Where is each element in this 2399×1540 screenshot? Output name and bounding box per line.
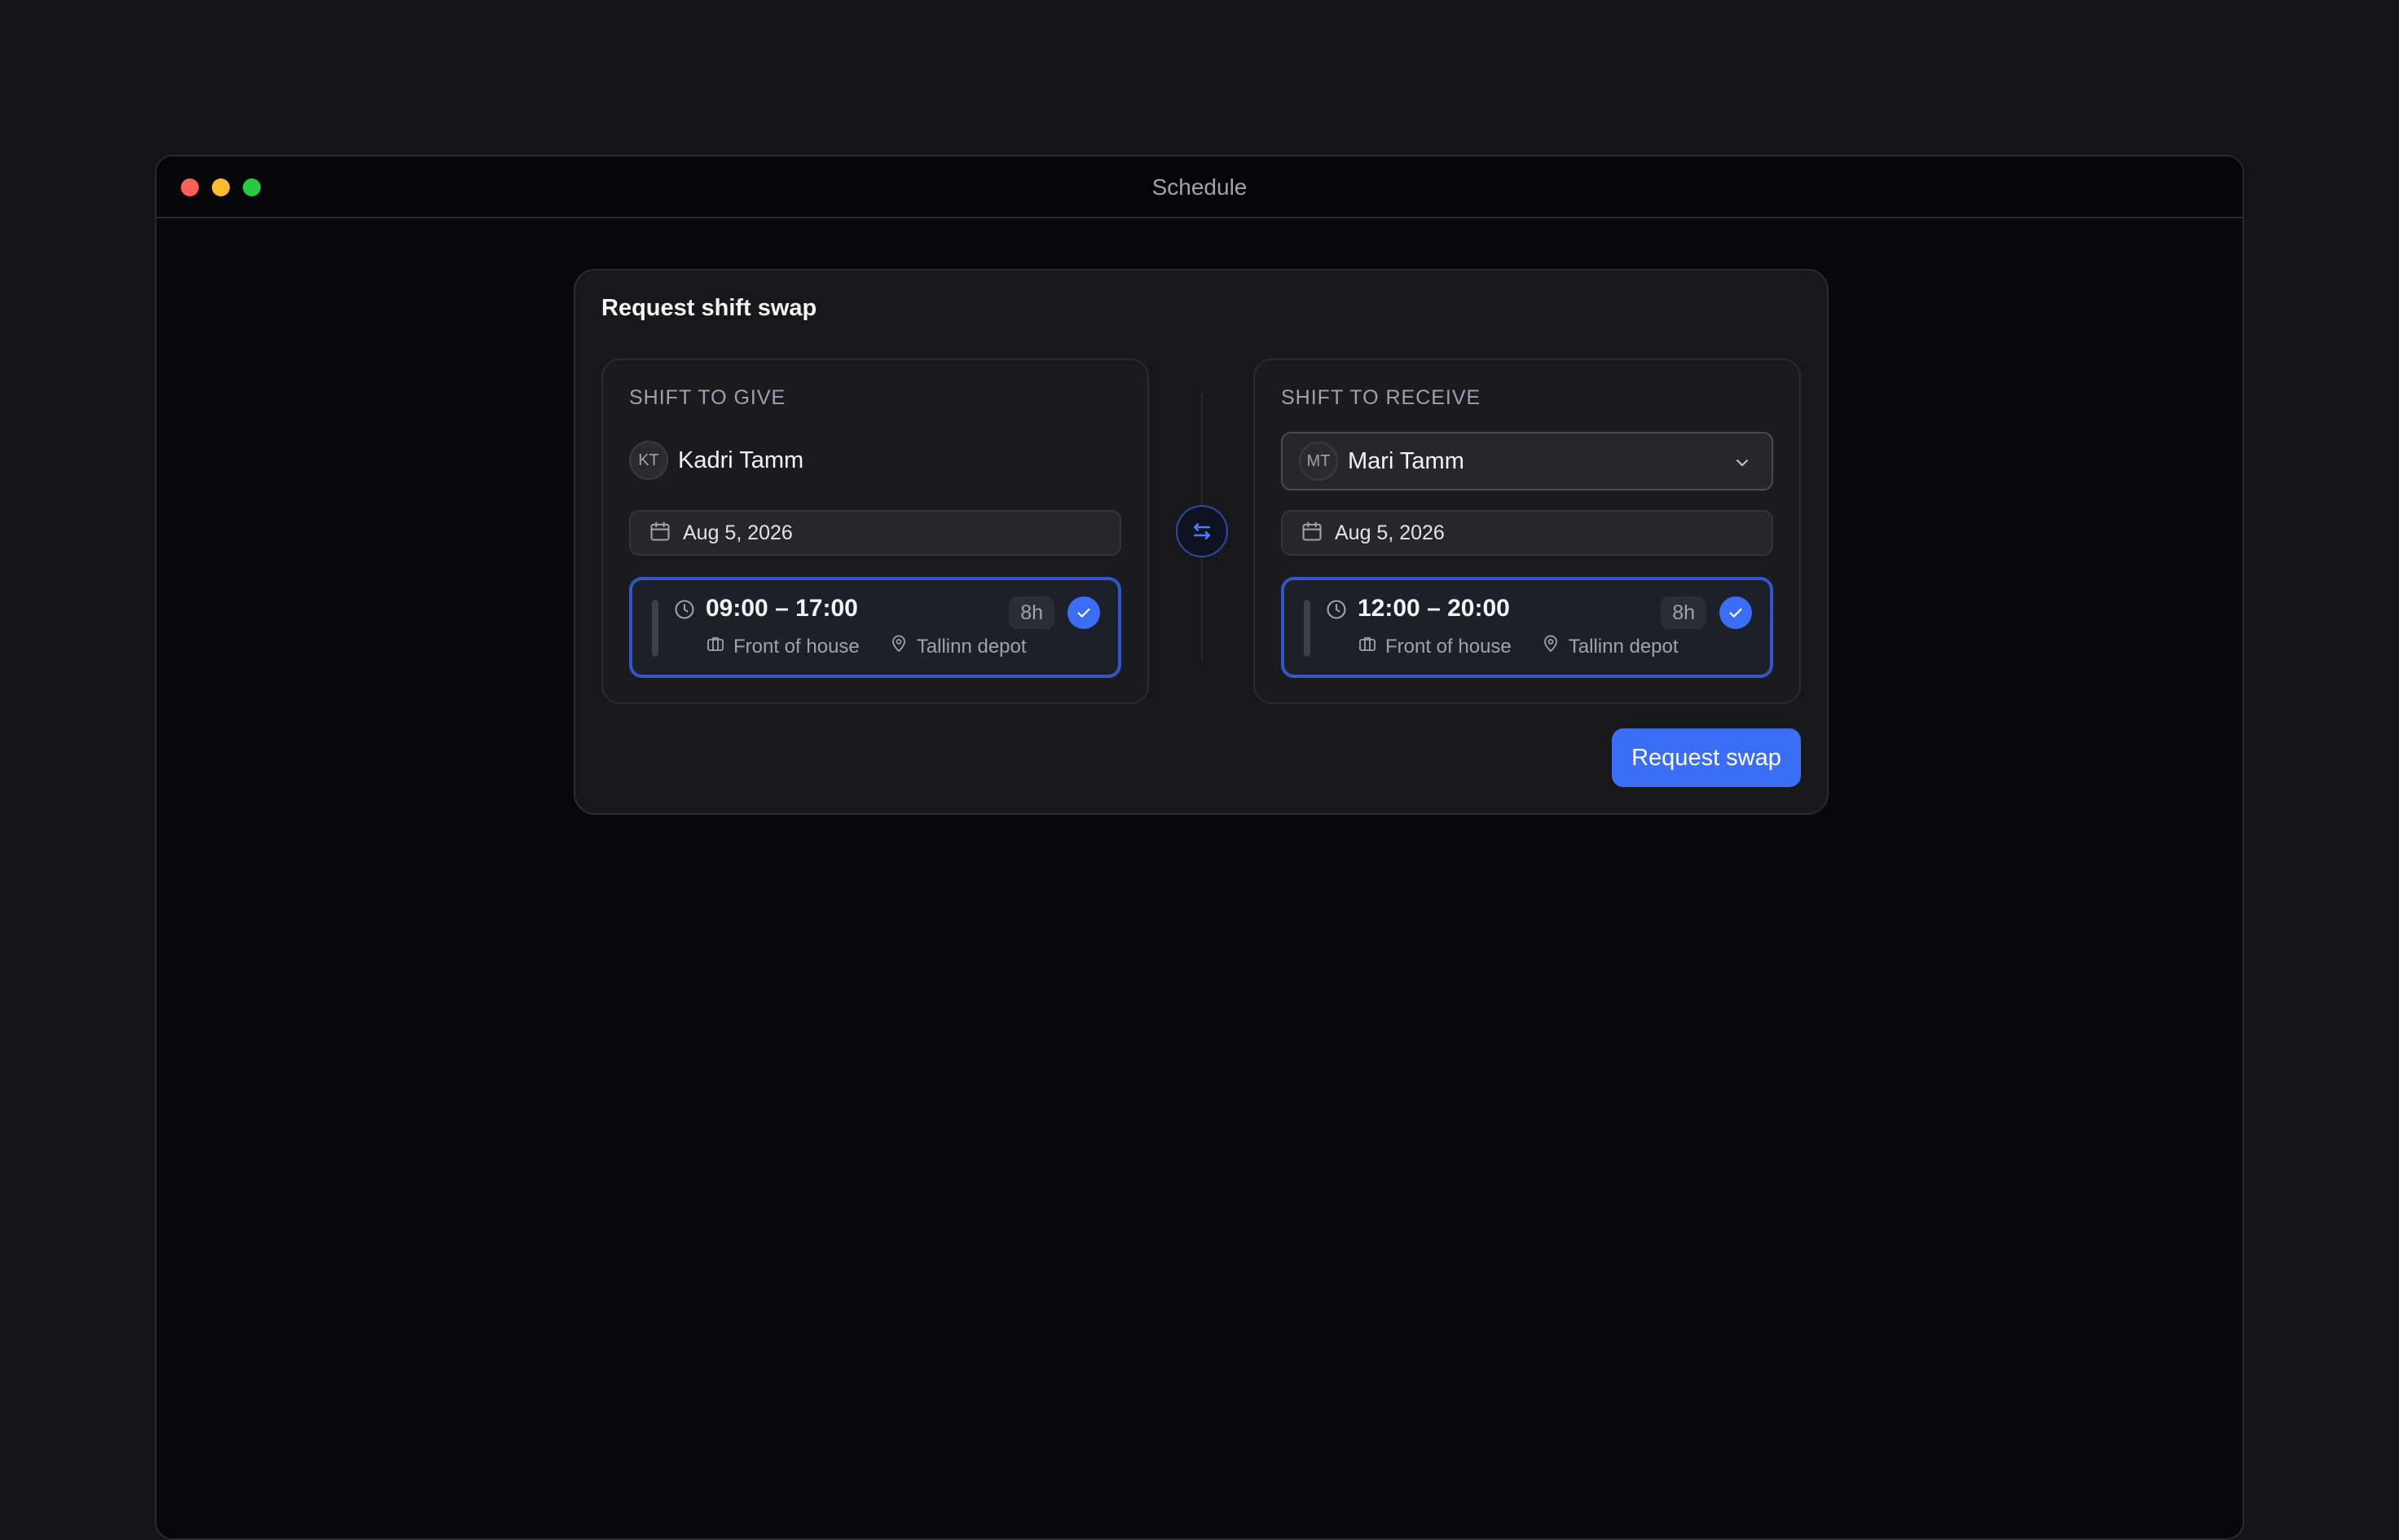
avatar: MT xyxy=(1299,442,1338,481)
dialog-title: Request shift swap xyxy=(601,295,817,321)
shift-color-bar xyxy=(652,600,658,657)
receive-shift-time: 12:00 – 20:00 xyxy=(1358,595,1510,622)
give-date-value: Aug 5, 2026 xyxy=(683,521,793,544)
receive-date-field[interactable]: Aug 5, 2026 xyxy=(1281,510,1773,556)
give-date-field[interactable]: Aug 5, 2026 xyxy=(629,510,1121,556)
receive-shift-department: Front of house xyxy=(1385,635,1512,658)
give-person: KT Kadri Tamm xyxy=(629,440,803,481)
give-shift-time: 09:00 – 17:00 xyxy=(706,595,858,622)
clock-icon xyxy=(1325,598,1348,625)
give-shift-card[interactable]: 09:00 – 17:00 8h Front of house Tallinn … xyxy=(629,577,1121,678)
give-shift-meta: Front of house Tallinn depot xyxy=(706,634,1027,659)
shift-to-receive-panel: SHIFT TO RECEIVE MT Mari Tamm Aug 5, 202… xyxy=(1253,359,1801,704)
receive-shift-card[interactable]: 12:00 – 20:00 8h Front of house Tallinn … xyxy=(1281,577,1773,678)
receive-shift-location: Tallinn depot xyxy=(1568,635,1679,658)
shift-to-give-panel: SHIFT TO GIVE KT Kadri Tamm Aug 5, 2026 xyxy=(601,359,1149,704)
shift-to-receive-label: SHIFT TO RECEIVE xyxy=(1281,386,1481,409)
receive-date-value: Aug 5, 2026 xyxy=(1335,521,1445,544)
give-shift-duration-badge: 8h xyxy=(1009,596,1054,629)
shift-to-give-label: SHIFT TO GIVE xyxy=(629,386,786,409)
map-pin-icon xyxy=(1541,634,1560,659)
window-title: Schedule xyxy=(1151,174,1248,200)
map-pin-icon xyxy=(889,634,909,659)
receive-person-name: Mari Tamm xyxy=(1348,447,1464,474)
app-window: Schedule Request shift swap SHIFT TO GIV… xyxy=(155,155,2244,1540)
receive-shift-meta: Front of house Tallinn depot xyxy=(1358,634,1679,659)
check-icon xyxy=(1719,596,1752,629)
title-bar: Schedule xyxy=(156,156,2243,218)
request-swap-button[interactable]: Request swap xyxy=(1612,728,1801,787)
receive-person-select[interactable]: MT Mari Tamm xyxy=(1281,432,1773,491)
check-icon xyxy=(1067,596,1100,629)
give-person-name: Kadri Tamm xyxy=(678,447,804,473)
calendar-icon xyxy=(649,520,671,547)
give-shift-location: Tallinn depot xyxy=(916,635,1027,658)
shift-color-bar xyxy=(1304,600,1310,657)
calendar-icon xyxy=(1301,520,1323,547)
briefcase-icon xyxy=(1358,634,1377,659)
avatar: KT xyxy=(629,441,668,480)
receive-shift-duration-badge: 8h xyxy=(1661,596,1706,629)
briefcase-icon xyxy=(706,634,725,659)
swap-arrows-icon xyxy=(1176,505,1228,557)
give-shift-department: Front of house xyxy=(733,635,860,658)
clock-icon xyxy=(673,598,696,625)
shift-swap-dialog: Request shift swap SHIFT TO GIVE KT Kadr… xyxy=(574,269,1829,815)
chevron-down-icon xyxy=(1732,453,1752,477)
